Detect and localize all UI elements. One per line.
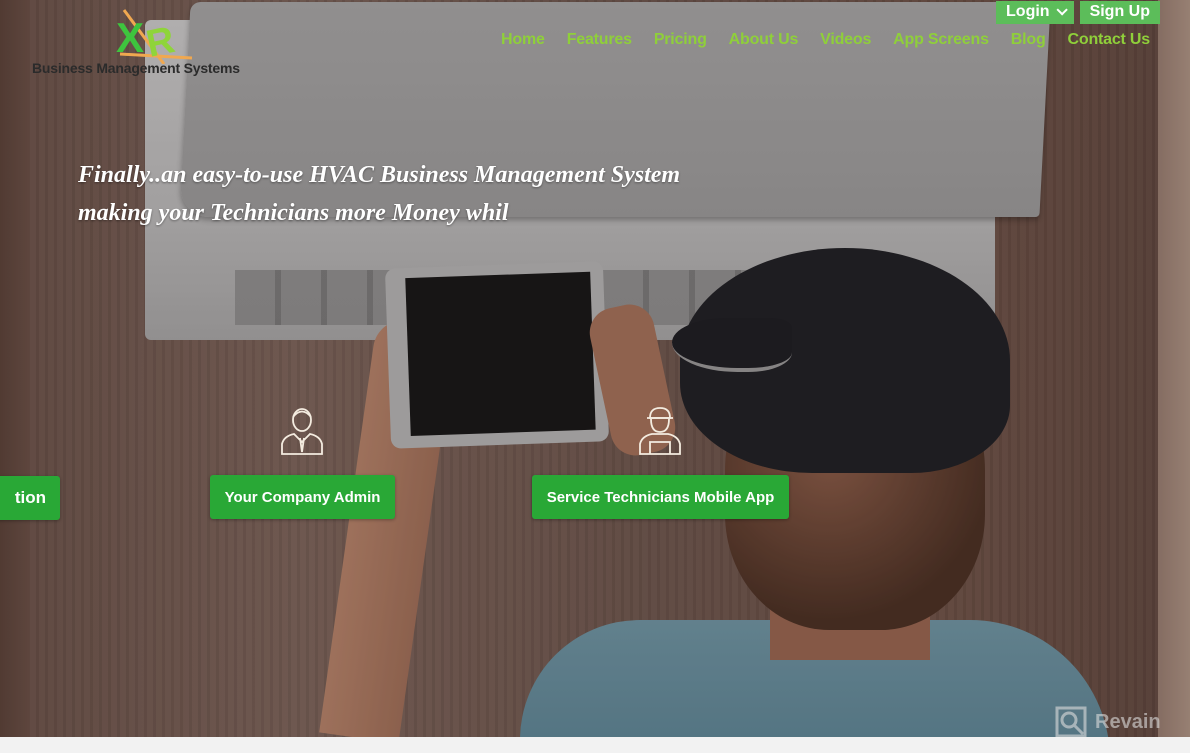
headline-line-1: Finally..an easy-to-use HVAC Business Ma… (78, 162, 681, 188)
nav-contact-us[interactable]: Contact Us (1068, 31, 1151, 49)
hero-headline: Finally..an easy-to-use HVAC Business Ma… (78, 156, 778, 232)
hero-overlay (0, 0, 1190, 737)
svg-text:X: X (116, 14, 144, 61)
nav-pricing[interactable]: Pricing (654, 31, 707, 49)
chevron-down-icon (1056, 4, 1068, 16)
revain-label: Revain (1095, 710, 1161, 733)
businessman-icon (281, 408, 323, 455)
nav-about-us[interactable]: About Us (729, 31, 799, 49)
revain-logo-icon (1055, 706, 1087, 738)
nav-home[interactable]: Home (501, 31, 545, 49)
nav-features[interactable]: Features (567, 31, 632, 49)
technicians-app-button[interactable]: Service Technicians Mobile App (532, 475, 789, 519)
auth-buttons: Login Sign Up (996, 1, 1160, 24)
nav-videos[interactable]: Videos (820, 31, 871, 49)
main-nav: Home Features Pricing About Us Videos Ap… (501, 31, 1150, 49)
nav-app-screens[interactable]: App Screens (893, 31, 989, 49)
svg-text:R: R (143, 19, 179, 64)
partial-cta-button[interactable]: tion (0, 476, 60, 520)
technician-icon (639, 407, 681, 455)
headline-line-2: making your Technicians more Money whil (78, 200, 509, 226)
nav-blog[interactable]: Blog (1011, 31, 1046, 49)
hero-background (0, 0, 1190, 737)
brand-tagline: Business Management Systems (32, 60, 240, 76)
company-admin-button[interactable]: Your Company Admin (210, 475, 395, 519)
page-bottom-strip (0, 737, 1190, 753)
brand-logo[interactable]: X R Business Management Systems (30, 8, 260, 78)
login-button[interactable]: Login (996, 1, 1074, 24)
signup-button[interactable]: Sign Up (1079, 1, 1160, 24)
revain-watermark: Revain (1055, 706, 1161, 738)
xr-logo-icon: X R (116, 9, 193, 64)
login-label: Login (1006, 3, 1050, 20)
